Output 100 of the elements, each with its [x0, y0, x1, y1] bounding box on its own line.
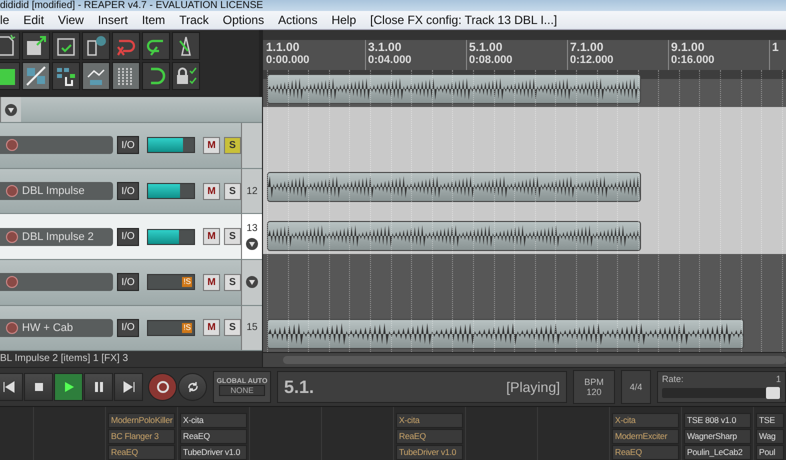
repeat-icon	[186, 380, 200, 394]
track-header[interactable]	[0, 97, 262, 124]
horizontal-scrollbar[interactable]	[263, 352, 786, 368]
stop-button[interactable]	[24, 373, 53, 402]
ruler-time-label: 0:00.000	[266, 54, 310, 68]
fx-slot[interactable]: X-cita	[396, 413, 463, 428]
record-button[interactable]	[148, 373, 177, 402]
track-name: DBL Impulse 2	[22, 230, 94, 243]
fx-slot[interactable]: ModernPoloKiller	[108, 413, 175, 428]
ruler-bar-label: 1.1.00	[266, 40, 300, 54]
mute-button[interactable]: M	[203, 136, 220, 154]
fx-slot[interactable]: ModernExciter	[612, 429, 679, 444]
rate-slider[interactable]	[662, 388, 781, 398]
slider-thumb[interactable]	[766, 387, 780, 400]
track-header[interactable]: I/O M S	[0, 123, 262, 169]
solo-button[interactable]: S	[224, 319, 241, 336]
automation-mode-button[interactable]: NONE	[219, 385, 265, 396]
next-button[interactable]	[114, 373, 143, 402]
ruler-time-label: 0:04.000	[368, 54, 412, 68]
io-button[interactable]: I/O	[117, 182, 139, 200]
toolbar-button[interactable]	[82, 62, 110, 90]
fx-slot[interactable]: ReaEQ	[108, 445, 175, 460]
position-readout: 5.1.	[284, 376, 314, 398]
fx-slot[interactable]: ReaEQ	[180, 429, 247, 444]
clip-indicator: !S	[182, 277, 192, 288]
record-icon	[156, 380, 170, 394]
solo-button[interactable]: S	[224, 182, 241, 200]
menu-item[interactable]: le	[0, 13, 16, 28]
volume-meter[interactable]	[147, 228, 195, 245]
rate-label: Rate:	[662, 374, 684, 384]
timeline-ruler[interactable]: 1.1.00 0:00.000 3.1.00 0:04.000 5.1.00 0:08.000 7.1.00 0:12.000 9.1.00 0:16.000 1	[263, 40, 786, 70]
track-header[interactable]: HW + Cab I/O !S M S 15	[0, 306, 262, 352]
toolbar-button[interactable]	[172, 62, 200, 90]
toolbar-button[interactable]	[0, 62, 20, 90]
menu-item[interactable]: Actions	[271, 13, 324, 28]
mute-button[interactable]: M	[203, 182, 220, 200]
fx-slot[interactable]: ReaEQ	[396, 429, 463, 444]
fx-slot[interactable]: TubeDriver v1.0	[180, 445, 247, 460]
track-header[interactable]: DBL Impulse 2 I/O M S 13	[0, 214, 262, 260]
track-name-field[interactable]: DBL Impulse	[0, 182, 113, 200]
track-name-field[interactable]	[0, 273, 113, 292]
solo-button[interactable]: S	[224, 228, 241, 246]
fx-slot[interactable]: BC Flanger 3	[108, 429, 175, 444]
menu-item[interactable]: Edit	[16, 13, 52, 28]
volume-meter[interactable]	[147, 137, 195, 154]
solo-button[interactable]: S	[224, 274, 241, 291]
track-name-field[interactable]: DBL Impulse 2	[0, 228, 113, 246]
menu-item[interactable]: View	[51, 13, 91, 28]
play-button[interactable]	[54, 373, 83, 402]
fx-slot[interactable]: Poulin_LeCab2	[684, 445, 751, 460]
mute-button[interactable]: M	[203, 274, 220, 291]
toolbar-button[interactable]	[22, 62, 50, 90]
solo-button[interactable]: S	[224, 136, 241, 154]
menu-item[interactable]: Track	[172, 13, 216, 28]
menu-item[interactable]: Insert	[90, 13, 135, 28]
bpm-box[interactable]: BPM 120	[573, 370, 615, 404]
time-signature[interactable]: 4/4	[621, 370, 651, 404]
prev-button[interactable]	[0, 373, 23, 402]
track-number: 15	[246, 322, 258, 334]
toolbar-button[interactable]	[172, 32, 200, 60]
mute-button[interactable]: M	[203, 319, 220, 336]
fx-slot[interactable]: WagnerSharp	[684, 429, 751, 444]
track-name: DBL Impulse	[22, 185, 85, 198]
toolbar-button[interactable]	[82, 32, 110, 60]
menu-item[interactable]: Item	[134, 13, 172, 28]
track-name-field[interactable]	[0, 136, 113, 154]
ruler-bar-label: 1	[772, 40, 780, 54]
menu-item[interactable]: Options	[216, 13, 272, 28]
toolbar-button[interactable]	[0, 32, 20, 60]
io-button[interactable]: I/O	[117, 228, 139, 246]
toolbar-button[interactable]	[112, 62, 140, 90]
fx-slot[interactable]: TSE	[756, 413, 784, 428]
fx-slot[interactable]: X-cita	[180, 413, 247, 428]
io-button[interactable]: I/O	[117, 318, 139, 337]
next-icon	[122, 380, 136, 394]
toolbar-button[interactable]	[52, 32, 80, 60]
toolbar-button[interactable]	[142, 32, 170, 60]
toolbar-button[interactable]	[52, 62, 80, 90]
fx-slot[interactable]: TubeDriver v1.0	[396, 445, 463, 460]
track-header[interactable]: I/O !S M S	[0, 260, 262, 306]
io-button[interactable]: I/O	[117, 273, 139, 292]
ruler-bar-label: 7.1.00	[570, 40, 604, 54]
repeat-button[interactable]	[178, 373, 207, 402]
menu-item[interactable]: [Close FX config: Track 13 DBL I...]	[363, 13, 564, 28]
pause-button[interactable]	[84, 373, 113, 402]
track-name-field[interactable]: HW + Cab	[0, 318, 113, 337]
toolbar-button[interactable]	[142, 62, 170, 90]
fx-slot[interactable]: TSE 808 v1.0	[684, 413, 751, 428]
track-header[interactable]: DBL Impulse I/O M S 12	[0, 168, 262, 214]
menu-item[interactable]: Help	[324, 13, 364, 28]
play-state: [Playing]	[506, 379, 560, 396]
fx-slot[interactable]: X-cita	[612, 413, 679, 428]
fx-slot[interactable]: Wag	[756, 429, 784, 444]
previous-icon	[2, 380, 16, 394]
fx-slot[interactable]: Poul	[756, 445, 784, 460]
mute-button[interactable]: M	[203, 228, 220, 246]
toolbar-button[interactable]	[22, 32, 50, 60]
io-button[interactable]: I/O	[117, 136, 139, 154]
fx-slot[interactable]: ReaEQ	[612, 445, 679, 460]
volume-meter[interactable]	[147, 183, 195, 200]
